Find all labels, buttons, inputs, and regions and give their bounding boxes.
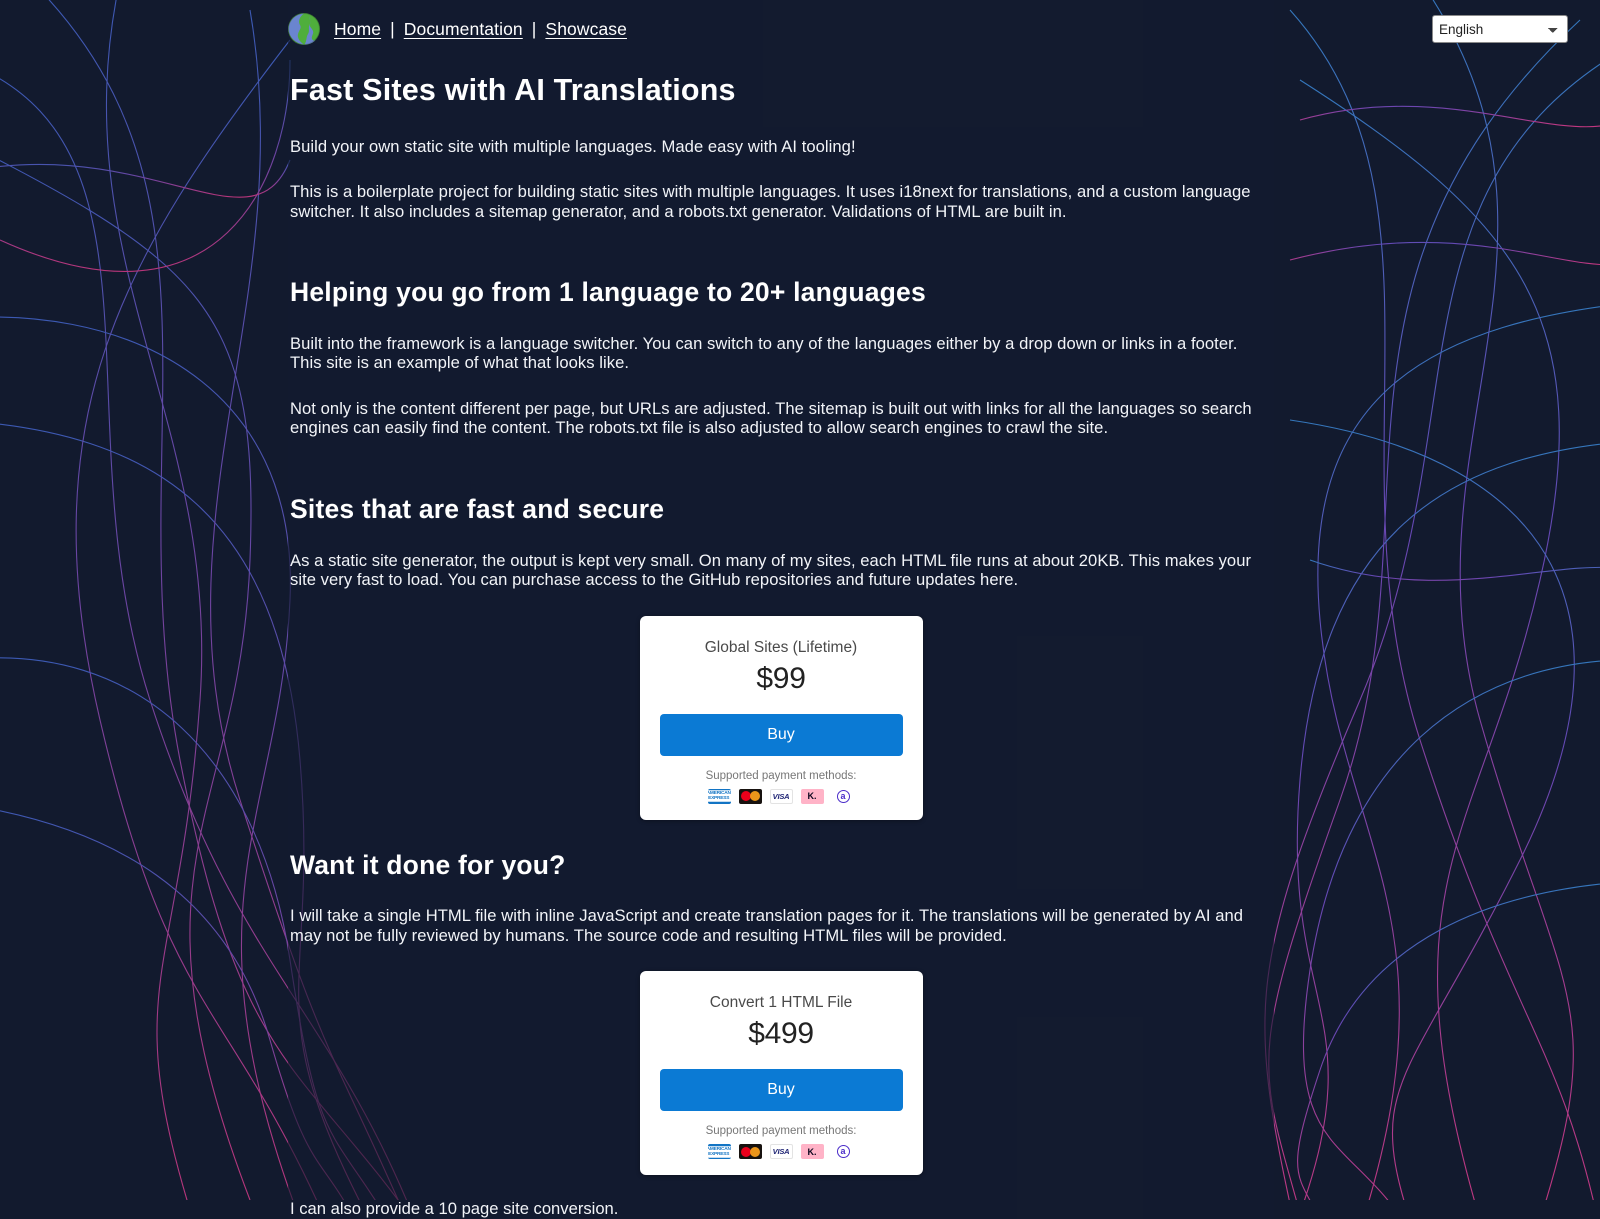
buy-button[interactable]: Buy (659, 713, 903, 756)
pricing-card-title: Global Sites (Lifetime) (704, 638, 858, 656)
language-switcher[interactable]: English (1432, 15, 1568, 43)
pricing-card-global-sites: Global Sites (Lifetime) $99 Buy Supporte… (639, 615, 923, 820)
pricing-card-row-1: Global Sites (Lifetime) $99 Buy Supporte… (290, 615, 1272, 820)
buy-button[interactable]: Buy (659, 1069, 903, 1112)
pricing-card-title: Convert 1 HTML File (709, 994, 853, 1012)
globe-icon (288, 13, 320, 45)
brand: Home | Documentation | Showcase (288, 13, 627, 45)
mastercard-icon (738, 1144, 762, 1160)
nav-separator-1: | (390, 18, 395, 39)
site-header: Home | Documentation | Showcase English (0, 0, 1600, 58)
pricing-card-price: $99 (756, 661, 806, 695)
payment-methods-list: AMERICAN EXPRESS VISA K. a (660, 1144, 903, 1160)
payment-methods-label: Supported payment methods: (705, 1125, 857, 1138)
section-heading-done-for-you: Want it done for you? (290, 849, 566, 880)
nav-link-home[interactable]: Home (334, 19, 381, 40)
amex-icon: AMERICAN EXPRESS (707, 1144, 731, 1160)
nav-link-documentation[interactable]: Documentation (404, 19, 523, 40)
klarna-icon: K. (800, 788, 824, 804)
visa-icon: VISA (769, 788, 793, 804)
affirm-icon: a (831, 1144, 855, 1160)
pricing-card-row-2: Convert 1 HTML File $499 Buy Supported p… (290, 971, 1272, 1176)
page-root: Home | Documentation | Showcase English … (0, 0, 1600, 1219)
footer-note: I can also provide a 10 page site conver… (290, 1199, 619, 1219)
pricing-card-convert-html: Convert 1 HTML File $499 Buy Supported p… (639, 971, 923, 1176)
payment-methods-label: Supported payment methods: (705, 769, 857, 782)
visa-icon: VISA (769, 1144, 793, 1160)
nav-link-showcase[interactable]: Showcase (545, 19, 627, 40)
section-languages-paragraph-1: Built into the framework is a language s… (290, 333, 1238, 373)
language-select[interactable]: English (1432, 15, 1568, 43)
section-fast-secure-paragraph-1: As a static site generator, the output i… (290, 550, 1252, 590)
pricing-card-price: $499 (748, 1017, 814, 1051)
primary-nav[interactable]: Home | Documentation | Showcase (334, 19, 627, 40)
intro-paragraph: This is a boilerplate project for buildi… (290, 182, 1251, 221)
klarna-icon: K. (800, 1144, 824, 1160)
lead-paragraph: Build your own static site with multiple… (290, 136, 856, 156)
section-languages-paragraph-2: Not only is the content different per pa… (290, 398, 1252, 438)
mastercard-icon (738, 788, 762, 804)
amex-icon: AMERICAN EXPRESS (707, 788, 731, 804)
section-heading-fast-secure: Sites that are fast and secure (290, 493, 665, 524)
payment-methods-list: AMERICAN EXPRESS VISA K. a (660, 788, 903, 804)
section-done-for-you-paragraph-1: I will take a single HTML file with inli… (290, 906, 1244, 945)
page-title: Fast Sites with AI Translations (290, 73, 736, 107)
nav-separator-2: | (531, 18, 537, 39)
content-panel: Fast Sites with AI Translations Build yo… (288, 0, 1274, 1219)
section-heading-languages: Helping you go from 1 language to 20+ la… (290, 277, 926, 308)
affirm-icon: a (831, 788, 855, 804)
